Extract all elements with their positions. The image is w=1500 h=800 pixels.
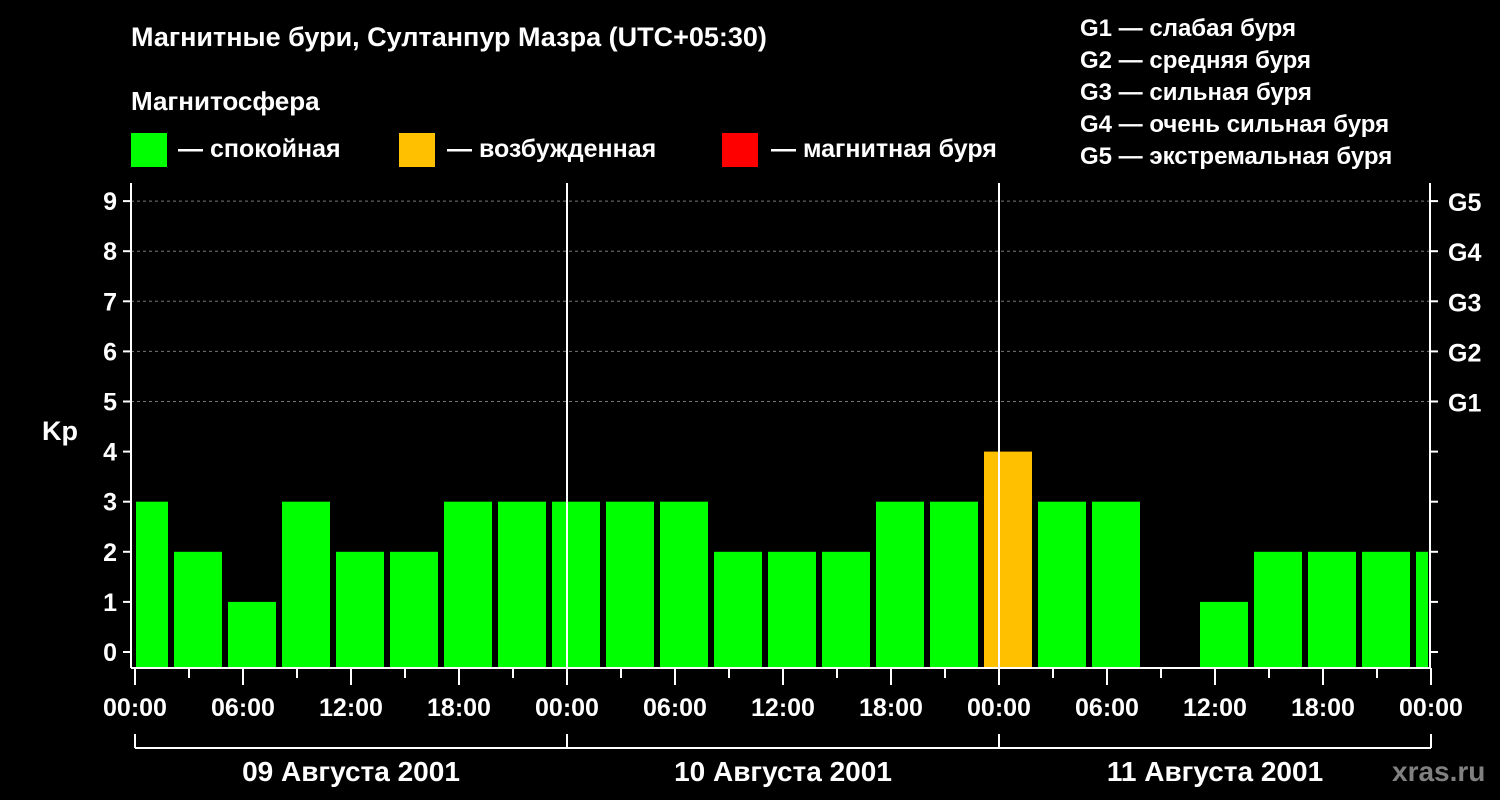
x-tick-label: 18:00 — [427, 694, 491, 722]
kp-bar — [498, 501, 546, 667]
y-tick-label: 4 — [103, 439, 117, 467]
x-tick-label: 00:00 — [103, 694, 167, 722]
day-label: 09 Августа 2001 — [242, 756, 460, 787]
kp-bar — [390, 551, 438, 667]
g-level-label: G5 — [1448, 189, 1481, 217]
kp-bar — [1038, 501, 1086, 667]
watermark: xras.ru — [1392, 756, 1486, 787]
kp-bar — [282, 501, 330, 667]
x-tick-label: 18:00 — [1291, 694, 1355, 722]
kp-chart: 0 1 2 3 4 5 6 7 8 9 G1 G2 G3 G4 G5 Kp 00:00 06:00 12:00 18:… — [42, 183, 1481, 787]
kp-bar — [136, 501, 168, 667]
g-level-label: G2 — [1448, 339, 1481, 367]
kp-bar — [768, 551, 816, 667]
kp-bar — [174, 551, 222, 667]
g-level-label: G4 — [1448, 239, 1481, 267]
y-tick-label: 5 — [103, 389, 117, 417]
kp-bar — [714, 551, 762, 667]
y-tick-label: 7 — [103, 288, 117, 316]
y-tick-label: 8 — [103, 238, 117, 266]
x-tick-label: 18:00 — [859, 694, 923, 722]
y-tick-label: 0 — [103, 639, 117, 667]
kp-bar — [1092, 501, 1140, 667]
x-tick-label: 12:00 — [1183, 694, 1247, 722]
y-axis-label: Kp — [42, 416, 78, 446]
x-tick-label: 00:00 — [967, 694, 1031, 722]
day-label: 10 Августа 2001 — [674, 756, 892, 787]
x-tick-label: 00:00 — [535, 694, 599, 722]
x-tick-label: 06:00 — [1075, 694, 1139, 722]
x-tick-label: 12:00 — [751, 694, 815, 722]
kp-bar — [606, 501, 654, 667]
kp-bar — [822, 551, 870, 667]
day-label: 11 Августа 2001 — [1107, 756, 1323, 787]
g-level-label: G1 — [1448, 390, 1481, 418]
kp-bar — [930, 501, 978, 667]
kp-bar — [1200, 601, 1248, 667]
y-tick-label: 3 — [103, 489, 117, 517]
x-tick-label: 06:00 — [643, 694, 707, 722]
x-tick-label: 06:00 — [211, 694, 275, 722]
y-tick-label: 6 — [103, 338, 117, 366]
kp-bar — [552, 501, 600, 667]
kp-bar — [444, 501, 492, 667]
kp-bar — [1416, 551, 1428, 667]
kp-bar — [336, 551, 384, 667]
kp-bar — [1254, 551, 1302, 667]
kp-bar — [1308, 551, 1356, 667]
kp-bar — [984, 451, 1032, 667]
kp-bar — [660, 501, 708, 667]
kp-bar — [1362, 551, 1410, 667]
kp-bar — [876, 501, 924, 667]
kp-bar — [228, 601, 276, 667]
g-level-label: G3 — [1448, 289, 1481, 317]
x-tick-label: 00:00 — [1399, 694, 1463, 722]
x-tick-label: 12:00 — [319, 694, 383, 722]
y-tick-label: 1 — [103, 589, 117, 617]
y-tick-label: 9 — [103, 188, 117, 216]
y-tick-label: 2 — [103, 539, 117, 567]
